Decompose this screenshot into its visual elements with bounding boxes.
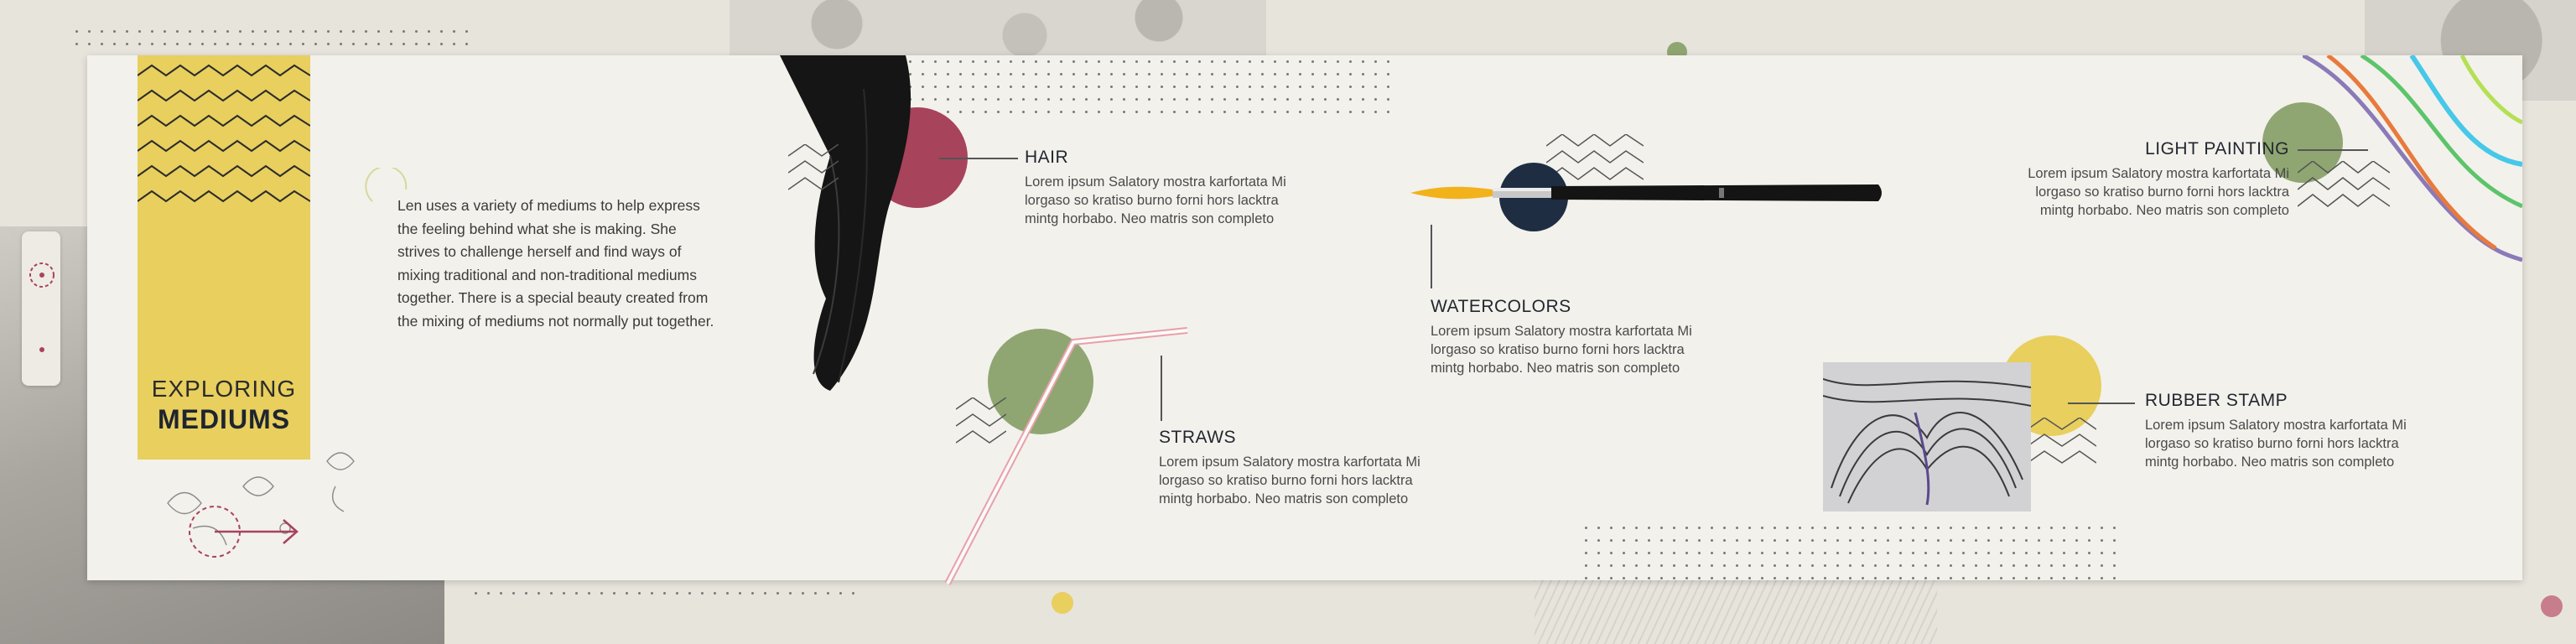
background-line-sketch <box>1535 579 1937 644</box>
page-title: EXPLORING MEDIUMS <box>138 376 310 435</box>
zigzag-icon <box>138 64 310 203</box>
medium-light-painting: LIGHT PAINTING Lorem ipsum Salatory most… <box>2004 139 2289 220</box>
background-plant-sketch <box>730 0 1266 59</box>
medium-hair: HAIR Lorem ipsum Salatory mostra karfort… <box>1025 148 1310 228</box>
medium-rubber-stamp: RUBBER STAMP Lorem ipsum Salatory mostra… <box>2145 391 2430 471</box>
medium-body: Lorem ipsum Salatory mostra karfortata M… <box>2028 166 2289 218</box>
side-panel-dot <box>39 347 44 352</box>
zigzag-icon <box>2028 418 2096 464</box>
zigzag-icon <box>2298 161 2390 207</box>
medium-heading: LIGHT PAINTING <box>2145 139 2289 158</box>
side-panel <box>22 231 60 386</box>
dot-grid-top-left <box>70 25 473 54</box>
arrow-right-icon <box>189 506 299 558</box>
straw-image <box>944 327 1188 585</box>
medium-heading: WATERCOLORS <box>1431 297 1571 316</box>
rubber-stamp-connector <box>2068 402 2135 404</box>
page-title-line2: MEDIUMS <box>157 404 291 434</box>
medium-heading: HAIR <box>1025 148 1069 167</box>
dot-grid-rubber-stamp <box>1580 522 2125 580</box>
accent-dot-pink <box>2541 595 2563 617</box>
medium-heading: STRAWS <box>1159 428 1237 447</box>
zigzag-icon <box>788 144 839 190</box>
watercolors-connector <box>1431 225 1432 288</box>
hair-connector <box>939 158 1018 159</box>
medium-body: Lorem ipsum Salatory mostra karfortata M… <box>2145 418 2407 470</box>
medium-body: Lorem ipsum Salatory mostra karfortata M… <box>1159 454 1420 506</box>
paintbrush-image <box>1410 184 1882 201</box>
light-painting-connector <box>2298 149 2368 151</box>
hair-image <box>780 55 911 391</box>
page-title-line1: EXPLORING <box>151 376 297 402</box>
medium-body: Lorem ipsum Salatory mostra karfortata M… <box>1431 324 1692 376</box>
medium-heading: RUBBER STAMP <box>2145 391 2288 410</box>
medium-straws: STRAWS Lorem ipsum Salatory mostra karfo… <box>1159 428 1444 508</box>
dashed-circle-icon <box>29 262 55 288</box>
dot-grid-bottom <box>470 587 864 604</box>
accent-dot-yellow <box>1052 592 1073 614</box>
intro-text: Len uses a variety of mediums to help ex… <box>397 197 714 330</box>
medium-body: Lorem ipsum Salatory mostra karfortata M… <box>1025 174 1286 226</box>
rubber-stamp-image <box>1823 362 2031 512</box>
medium-watercolors: WATERCOLORS Lorem ipsum Salatory mostra … <box>1431 297 1716 377</box>
dot-grid-hair <box>904 55 1399 114</box>
straws-connector <box>1161 356 1162 421</box>
zigzag-icon <box>1546 134 1644 180</box>
